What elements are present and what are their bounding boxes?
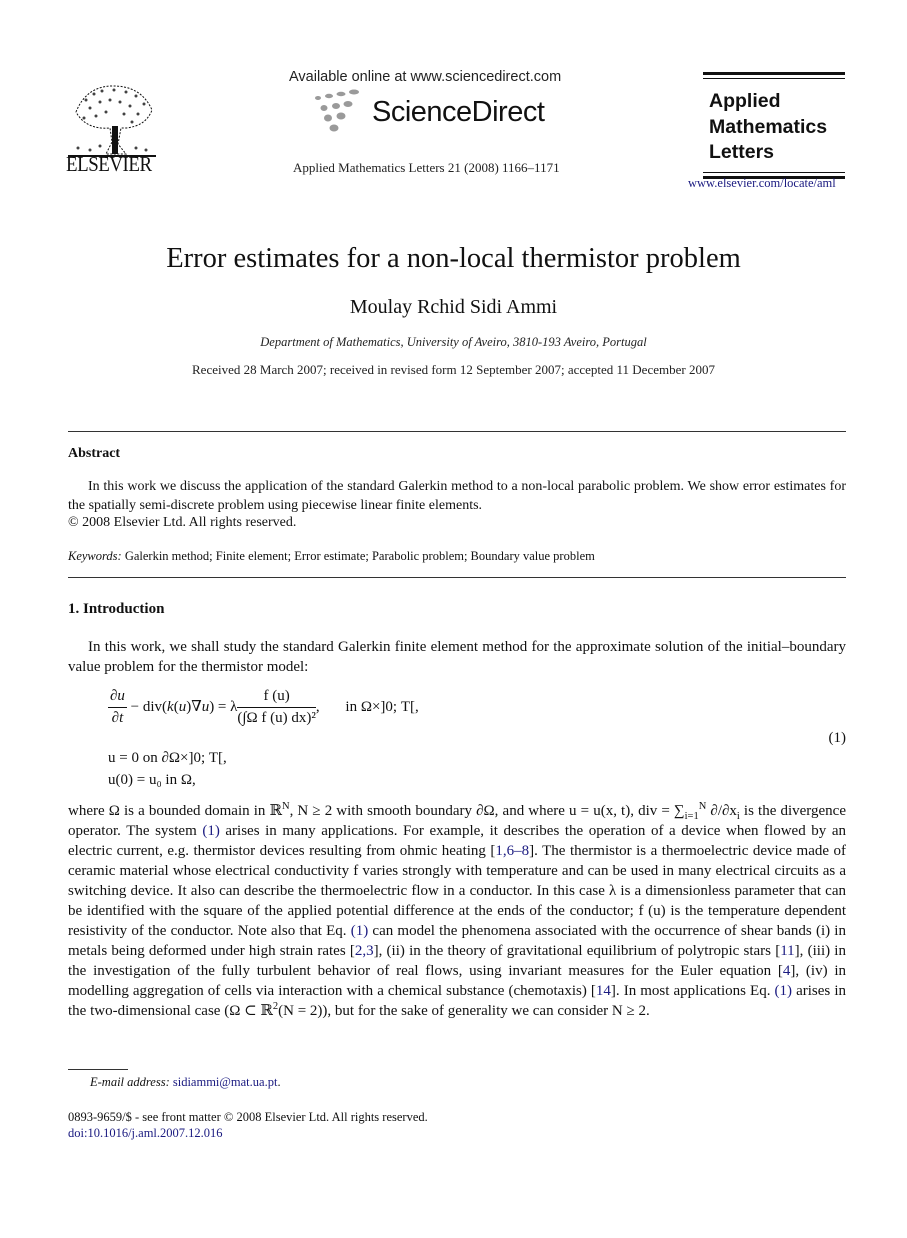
equation-ref-link[interactable]: (1) [202,823,220,839]
abstract-text: In this work we discuss the application … [68,479,846,513]
text-run: . [277,1075,281,1089]
citation-link[interactable]: 1,6–8 [495,843,529,859]
paper-affiliation: Department of Mathematics, University of… [260,335,647,349]
equation-number: (1) [828,730,847,746]
partial-derivative: ∂u ∂t [108,688,127,726]
journal-title-box: Applied Mathematics Letters [703,72,845,179]
equation-ref-link[interactable]: (1) [775,983,793,999]
section-heading: 1. Introduction [68,601,165,617]
divider [703,171,845,173]
doi-link[interactable]: doi:10.1016/j.aml.2007.12.016 [68,1126,223,1141]
intro-paragraph-2: where Ω is a bounded domain in ℝN, N ≥ 2… [68,801,846,1021]
journal-title-line: Mathematics [709,115,828,138]
citation-link[interactable]: 14 [596,983,611,999]
paper-dates: Received 28 March 2007; received in revi… [192,362,715,377]
abstract-copyright: © 2008 Elsevier Ltd. All rights reserved… [68,515,297,530]
footnote-email: E-mail address: sidiammi@mat.ua.pt. [90,1075,281,1090]
equation-line: u(0) = u₀ in Ω, [108,772,196,788]
text-run: ], (ii) in the theory of gravitational e… [373,943,781,959]
divider [68,431,846,432]
superscript: N [281,801,290,812]
text-run: ]. In most applications Eq. [610,983,775,999]
paper-title: Error estimates for a non-local thermist… [166,243,741,274]
fraction-numerator: f (u) [237,688,316,708]
paper-author: Moulay Rchid Sidi Ammi [349,296,558,318]
keywords: Keywords: Galerkin method; Finite elemen… [68,549,595,564]
subscript: i=1 [684,811,699,822]
fraction-denominator: (∫Ω f (u) dx)² [237,710,316,726]
journal-title-line: Letters [709,141,775,163]
citation-link[interactable]: 11 [780,943,794,959]
text-run: (N = 2)), but for the sake of generality… [278,1003,650,1019]
abstract-heading: Abstract [68,446,121,461]
front-matter: 0893-9659/$ - see front matter © 2008 El… [68,1110,428,1124]
equation-ref-link[interactable]: (1) [351,923,369,939]
keywords-list: Galerkin method; Finite element; Error e… [124,549,595,563]
journal-url-link[interactable]: www.elsevier.com/locate/aml [688,176,836,191]
text-run: where Ω is a bounded domain in ℝ [68,803,282,819]
text-run: , N ≥ 2 with smooth boundary ∂Ω, and whe… [289,803,685,819]
keywords-label: Keywords: [68,549,122,563]
journal-title-line: Applied [709,90,781,112]
text-run: ∂/∂x [706,803,737,819]
journal-citation: Applied Mathematics Letters 21 (2008) 11… [293,160,560,175]
email-label: E-mail address: [90,1075,170,1089]
nonlocal-fraction: f (u) (∫Ω f (u) dx)² [237,688,316,727]
intro-paragraph-1: In this work, we shall study the standar… [68,637,846,677]
journal-title: Applied Mathematics Letters [703,79,845,172]
paragraph-text: In this work, we shall study the standar… [68,639,846,675]
equation-line: u = 0 on ∂Ω×]0; T[, [108,750,227,766]
equation-domain: in Ω×]0; T[, [345,698,419,715]
footnote-divider [68,1069,128,1070]
citation-link[interactable]: 2,3 [355,943,374,959]
divider [703,72,845,75]
elsevier-wordmark: ELSEVIER [66,152,152,176]
available-online-text[interactable]: Available online at www.sciencedirect.co… [289,69,561,85]
abstract-body: In this work we discuss the application … [68,478,846,515]
email-link[interactable]: sidiammi@mat.ua.pt [173,1075,278,1089]
divider [68,577,846,578]
equation-line: ∂u ∂t − div(k(u)∇u) = λf (u) (∫Ω f (u) dx)… [108,688,419,727]
equation-1: ∂u ∂t − div(k(u)∇u) = λf (u) (∫Ω f (u) dx)… [108,686,848,791]
sciencedirect-dots-icon [315,89,359,132]
sciencedirect-wordmark: ScienceDirect [372,96,545,128]
